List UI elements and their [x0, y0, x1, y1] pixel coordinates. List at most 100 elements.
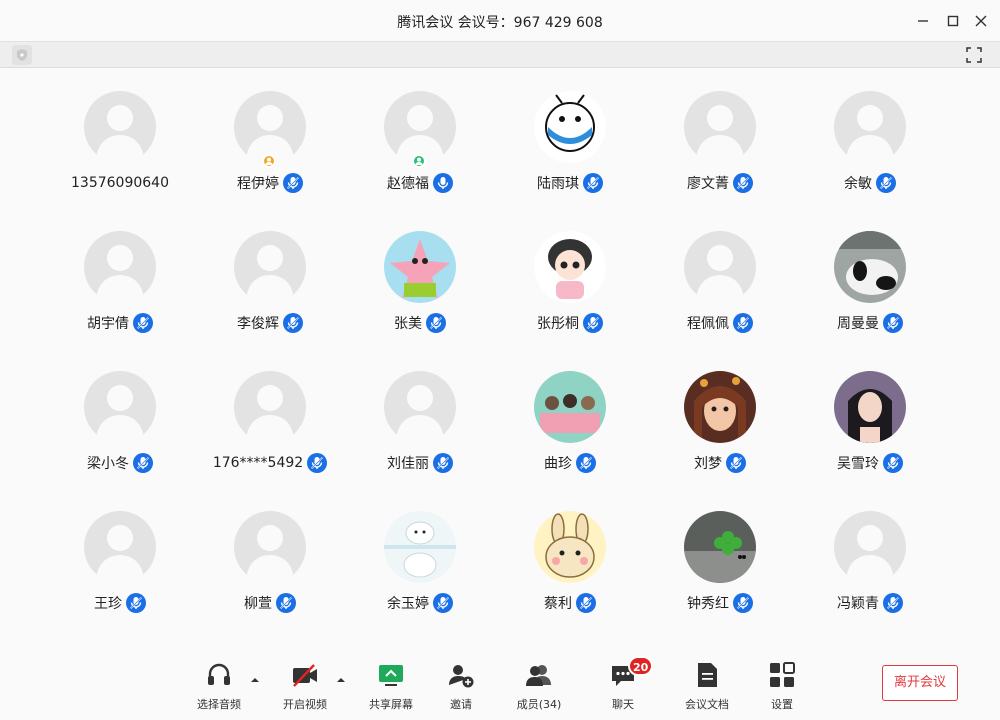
participant-avatar	[834, 231, 906, 303]
mic-muted-icon	[726, 453, 746, 473]
meeting-docs-button[interactable]: 会议文档	[672, 660, 742, 712]
title-bar: 腾讯会议 会议号：967 429 608	[0, 0, 1000, 42]
mic-muted-icon	[876, 173, 896, 193]
participant-name-row: 周曼曼	[795, 312, 945, 334]
participant-avatar	[234, 91, 306, 163]
participant-avatar	[84, 91, 156, 163]
audio-label: 选择音频	[197, 698, 241, 711]
mic-on-icon	[433, 173, 453, 193]
participant-tile[interactable]: 陆雨琪	[495, 68, 645, 193]
invite-user-icon	[449, 665, 474, 688]
participant-tile[interactable]: 吴雪玲	[795, 348, 945, 473]
participant-name: 赵德福	[387, 176, 429, 192]
chat-unread-badge: 20	[628, 656, 654, 676]
participant-name-row: 王珍	[45, 592, 195, 614]
invite-button[interactable]: 邀请	[426, 660, 496, 712]
participant-avatar	[834, 511, 906, 583]
participant-tile[interactable]: 刘佳丽	[345, 348, 495, 473]
mic-muted-icon	[733, 173, 753, 193]
mic-muted-icon	[133, 313, 153, 333]
video-off-icon	[293, 664, 317, 687]
participant-grid: 13576090640 程伊婷 赵德福 陆雨琪 廖文菁 余敏胡宇倩 李俊辉 张美 张彤桐 程佩佩 周…	[0, 68, 1000, 648]
video-button[interactable]: 开启视频	[270, 660, 340, 712]
mic-muted-icon	[733, 593, 753, 613]
participant-name: 陆雨琪	[537, 176, 579, 192]
participant-name-row: 刘佳丽	[345, 452, 495, 474]
participant-name: 吴雪玲	[837, 456, 879, 472]
participant-tile[interactable]: 胡宇倩	[45, 208, 195, 333]
mic-muted-icon	[733, 313, 753, 333]
audio-options-caret-icon[interactable]	[249, 670, 261, 682]
fullscreen-icon[interactable]	[964, 45, 984, 65]
participant-tile[interactable]: 王珍	[45, 488, 195, 613]
participant-tile[interactable]: 13576090640	[45, 68, 195, 191]
mic-muted-icon	[883, 313, 903, 333]
share-label: 共享屏幕	[369, 698, 413, 711]
participant-tile[interactable]: 程佩佩	[645, 208, 795, 333]
participant-tile[interactable]: 刘梦	[645, 348, 795, 473]
participant-name-row: 赵德福	[345, 172, 495, 194]
participant-name-row: 梁小冬	[45, 452, 195, 474]
members-button[interactable]: 成员(34)	[504, 660, 574, 712]
close-button[interactable]	[970, 10, 992, 32]
mic-muted-icon	[576, 593, 596, 613]
participant-avatar	[384, 511, 456, 583]
participant-tile[interactable]: 张彤桐	[495, 208, 645, 333]
video-label: 开启视频	[283, 698, 327, 711]
mic-muted-icon	[426, 313, 446, 333]
participant-avatar	[234, 511, 306, 583]
participant-tile[interactable]: 冯颖青	[795, 488, 945, 613]
participant-name-row: 曲珍	[495, 452, 645, 474]
participant-name-row: 胡宇倩	[45, 312, 195, 334]
participant-name-row: 柳萱	[195, 592, 345, 614]
participant-tile[interactable]: 程伊婷	[195, 68, 345, 193]
minimize-button[interactable]	[912, 10, 934, 32]
mic-muted-icon	[126, 593, 146, 613]
participant-name: 蔡利	[544, 596, 572, 612]
participant-tile[interactable]: 余玉婷	[345, 488, 495, 613]
mic-muted-icon	[883, 453, 903, 473]
share-screen-button[interactable]: 共享屏幕	[356, 660, 426, 712]
leave-meeting-button[interactable]: 离开会议	[882, 665, 958, 701]
participant-tile[interactable]: 梁小冬	[45, 348, 195, 473]
participant-name: 刘佳丽	[387, 456, 429, 472]
participant-name: 余敏	[844, 176, 872, 192]
video-options-caret-icon[interactable]	[335, 670, 347, 682]
participant-name: 钟秀红	[687, 596, 729, 612]
participant-tile[interactable]: 蔡利	[495, 488, 645, 613]
participant-name: 廖文菁	[687, 176, 729, 192]
participant-tile[interactable]: 周曼曼	[795, 208, 945, 333]
mic-muted-icon	[433, 453, 453, 473]
participant-tile[interactable]: 余敏	[795, 68, 945, 193]
shield-icon[interactable]	[12, 45, 32, 65]
participant-avatar	[684, 511, 756, 583]
participant-name: 王珍	[94, 596, 122, 612]
maximize-button[interactable]	[942, 10, 964, 32]
participant-tile[interactable]: 廖文菁	[645, 68, 795, 193]
cohost-badge-icon	[412, 154, 426, 168]
participant-tile[interactable]: 赵德福	[345, 68, 495, 193]
mic-muted-icon	[583, 313, 603, 333]
participant-name-row: 刘梦	[645, 452, 795, 474]
participant-name: 曲珍	[544, 456, 572, 472]
window-title: 腾讯会议 会议号：967 429 608	[397, 15, 603, 31]
participant-avatar	[84, 231, 156, 303]
participant-name: 刘梦	[694, 456, 722, 472]
participant-tile[interactable]: 176****5492	[195, 348, 345, 473]
participant-name-row: 余玉婷	[345, 592, 495, 614]
participant-avatar	[684, 231, 756, 303]
audio-button[interactable]: 选择音频	[184, 660, 254, 712]
participant-tile[interactable]: 李俊辉	[195, 208, 345, 333]
settings-grid-icon	[770, 662, 795, 687]
participant-tile[interactable]: 曲珍	[495, 348, 645, 473]
participant-name: 冯颖青	[837, 596, 879, 612]
participant-name-row: 176****5492	[195, 452, 345, 474]
participant-avatar	[684, 371, 756, 443]
docs-label: 会议文档	[685, 698, 729, 711]
participant-tile[interactable]: 柳萱	[195, 488, 345, 613]
chat-button[interactable]: 20 聊天	[588, 656, 658, 712]
participant-tile[interactable]: 钟秀红	[645, 488, 795, 613]
participant-name-row: 13576090640	[45, 172, 195, 194]
participant-tile[interactable]: 张美	[345, 208, 495, 333]
settings-button[interactable]: 设置	[747, 660, 817, 712]
